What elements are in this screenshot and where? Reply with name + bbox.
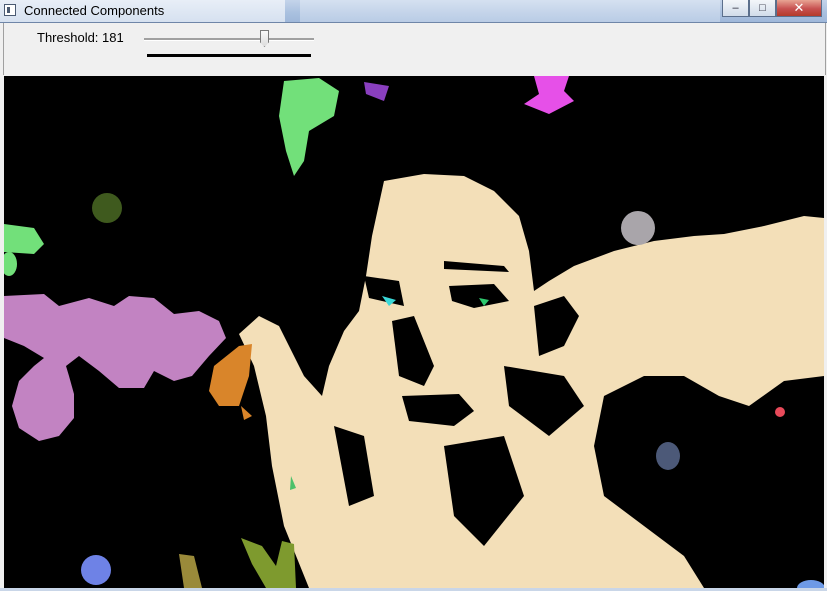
connected-components-image [4,76,824,588]
threshold-label: Threshold: 181 [37,30,124,45]
blue-corner-component [797,580,824,588]
trackbar-panel: Threshold: 181 [3,23,826,75]
violet-component [364,82,389,101]
minimize-button[interactable]: – [722,0,749,17]
magenta-component [524,76,574,114]
app-icon[interactable] [4,4,16,16]
close-button[interactable]: ✕ [776,0,822,17]
green-component-small [4,252,17,276]
pink-component [4,294,226,441]
blue-component [81,555,111,585]
threshold-slider-underline [147,54,311,57]
gray-component [621,211,655,245]
maximize-button[interactable]: □ [749,0,776,17]
red-component [775,407,785,417]
green-component-left [4,224,44,254]
window-title: Connected Components [24,3,165,18]
threshold-slider-track[interactable] [144,38,314,41]
green-component-top [279,78,339,176]
components-svg [4,76,824,588]
title-bar[interactable]: Connected Components – □ ✕ [0,0,827,23]
threshold-slider-thumb[interactable] [260,30,269,47]
moss-component [241,538,296,588]
orange-small-component [241,406,252,420]
maximize-icon: □ [759,2,766,14]
close-icon: ✕ [793,0,805,15]
khaki-component [179,554,202,588]
background-window-strip [300,0,720,22]
minimize-icon: – [732,2,739,14]
olive-component [92,193,122,223]
orange-component [209,344,252,406]
slate-component [656,442,680,470]
